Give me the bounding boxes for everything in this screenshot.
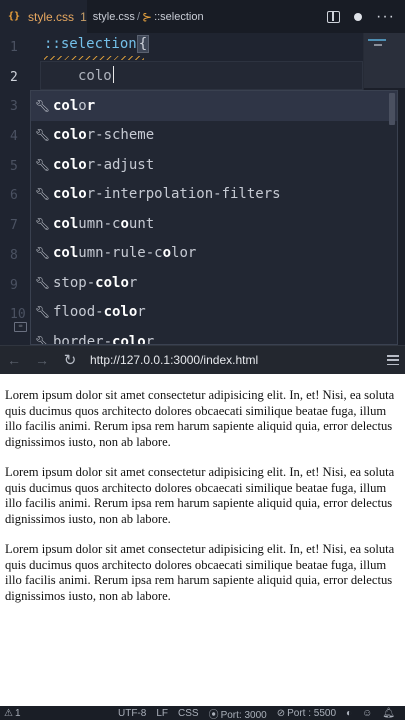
- other-port[interactable]: ⊘ Port : 5500: [277, 708, 336, 719]
- breadcrumb-file[interactable]: style.css: [93, 11, 135, 23]
- editor-tab[interactable]: {} style.css 1: [0, 0, 87, 33]
- back-arrow-icon[interactable]: ←: [0, 352, 28, 368]
- autocomplete-suggestions[interactable]: 🔧︎ color 🔧︎ color-scheme 🔧︎ color-adjust…: [30, 90, 398, 345]
- suggestion-item[interactable]: 🔧︎ border-color: [31, 327, 397, 345]
- text-cursor: [112, 66, 115, 83]
- suggestions-scrollbar[interactable]: [389, 93, 395, 125]
- warnings-indicator[interactable]: ⚠ 1: [4, 708, 21, 719]
- menu-icon[interactable]: [387, 355, 399, 365]
- minimap-line: [374, 44, 382, 46]
- warning-squiggle: [44, 56, 144, 60]
- theme-toggle-icon[interactable]: ◐: [346, 708, 352, 719]
- warning-icon: ⚠: [4, 707, 13, 719]
- account-icon[interactable]: ☺: [362, 708, 372, 719]
- warnings-count: 1: [14, 707, 21, 719]
- reload-icon[interactable]: ↻: [56, 351, 84, 369]
- wrench-icon: 🔧︎: [35, 305, 51, 320]
- paragraph: Lorem ipsum dolor sit amet consectetur a…: [5, 388, 395, 449]
- typed-text: colo: [78, 68, 112, 84]
- minimap-viewport[interactable]: [364, 33, 405, 88]
- live-server-port[interactable]: ⦿ Port: 3000: [209, 706, 267, 720]
- address-bar[interactable]: http://127.0.0.1:3000/index.html: [90, 353, 387, 367]
- selector-icon: ⊱: [142, 9, 153, 24]
- no-entry-icon: ⊘: [276, 707, 286, 719]
- wrench-icon: 🔧︎: [35, 275, 51, 290]
- suggestion-label: color-adjust: [53, 156, 155, 173]
- tab-filename: style.css: [28, 9, 75, 24]
- forward-arrow-icon[interactable]: →: [28, 352, 56, 368]
- editor-tab-bar: {} style.css 1 style.css / ⊱ ::selection…: [0, 0, 405, 33]
- preview-page: Lorem ipsum dolor sit amet consectetur a…: [0, 374, 405, 706]
- suggestion-item[interactable]: 🔧︎ color: [31, 91, 397, 121]
- split-editor-icon[interactable]: [327, 10, 341, 23]
- breadcrumb-selector[interactable]: ::selection: [154, 11, 204, 23]
- suggestion-item[interactable]: 🔧︎ color-scheme: [31, 121, 397, 151]
- suggestion-label: color-interpolation-filters: [53, 186, 281, 203]
- more-actions-icon[interactable]: ···: [376, 8, 395, 25]
- broadcast-icon: ⦿: [208, 709, 219, 720]
- encoding[interactable]: UTF-8: [118, 708, 146, 719]
- status-bar: ⚠ 1 UTF-8 LF CSS ⦿ Port: 3000 ⊘ Port : 5500…: [0, 706, 405, 720]
- suggestion-label: stop-color: [53, 274, 138, 291]
- breadcrumb-separator: /: [136, 10, 140, 23]
- problems-count: 1: [80, 9, 87, 24]
- suggestion-label: flood-color: [53, 304, 146, 321]
- paragraph: Lorem ipsum dolor sit amet consectetur a…: [5, 465, 395, 526]
- suggestion-item[interactable]: 🔧︎ color-interpolation-filters: [31, 180, 397, 210]
- code-line-1[interactable]: ::selection{: [44, 35, 150, 53]
- wrench-icon: 🔧︎: [35, 187, 51, 202]
- code-editor[interactable]: {} style.css 1 style.css / ⊱ ::selection…: [0, 0, 405, 345]
- suggestion-label: color: [53, 97, 96, 114]
- suggestion-label: column-rule-color: [53, 245, 197, 262]
- suggestion-item[interactable]: 🔧︎ column-count: [31, 209, 397, 239]
- suggestion-item[interactable]: 🔧︎ stop-color: [31, 268, 397, 298]
- suggestion-label: color-scheme: [53, 127, 155, 144]
- suggestion-item[interactable]: 🔧︎ color-adjust: [31, 150, 397, 180]
- css-file-icon: {}: [8, 11, 21, 22]
- suggestion-item[interactable]: 🔧︎ flood-color: [31, 298, 397, 328]
- keyboard-icon[interactable]: ⌨: [14, 322, 27, 332]
- unsaved-dot-icon[interactable]: [354, 12, 363, 21]
- language-mode[interactable]: CSS: [178, 708, 199, 719]
- css-selector: ::selection: [44, 36, 137, 52]
- port-label: Port : 5500: [287, 707, 337, 719]
- suggestion-label: border-color: [53, 333, 155, 345]
- notifications-icon[interactable]: 🔔︎: [382, 708, 395, 719]
- matched-brace: {: [136, 35, 150, 53]
- breadcrumb: style.css / ⊱ ::selection: [93, 10, 204, 24]
- suggestion-label: column-count: [53, 215, 155, 232]
- browser-toolbar: ← → ↻ http://127.0.0.1:3000/index.html: [0, 345, 405, 374]
- line-ending[interactable]: LF: [156, 708, 168, 719]
- minimap-line: [368, 39, 386, 41]
- wrench-icon: 🔧︎: [35, 334, 51, 345]
- port-label: Port: 3000: [220, 709, 267, 720]
- wrench-icon: 🔧︎: [35, 246, 51, 261]
- line-number: 1: [10, 40, 18, 55]
- line-number: 2: [10, 69, 18, 85]
- wrench-icon: 🔧︎: [35, 157, 51, 172]
- paragraph: Lorem ipsum dolor sit amet consectetur a…: [5, 542, 395, 603]
- wrench-icon: 🔧︎: [35, 216, 51, 231]
- wrench-icon: 🔧︎: [35, 98, 51, 113]
- code-line-2[interactable]: colo: [78, 66, 115, 84]
- tab-actions: ···: [327, 8, 405, 25]
- suggestion-item[interactable]: 🔧︎ column-rule-color: [31, 239, 397, 269]
- wrench-icon: 🔧︎: [35, 128, 51, 143]
